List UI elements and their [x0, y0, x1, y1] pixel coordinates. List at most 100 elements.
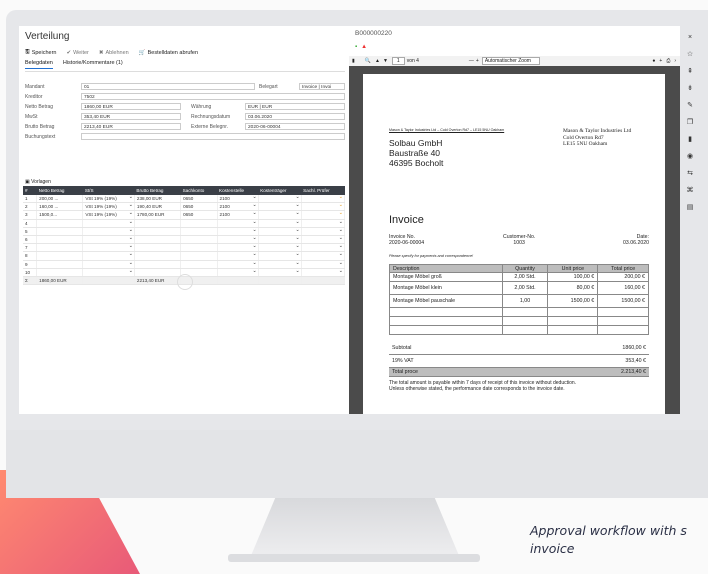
prev-page-icon[interactable]: ▲: [375, 58, 380, 64]
chevron-down-icon[interactable]: ⌄: [129, 251, 133, 257]
chevron-down-icon[interactable]: ⌄: [295, 243, 299, 249]
brutto-field[interactable]: 2213,40 EUR: [81, 123, 181, 130]
close-icon[interactable]: ×: [688, 34, 692, 41]
table-cell[interactable]: 7: [23, 243, 38, 253]
flag-chevron-icon[interactable]: ⌄: [339, 194, 343, 200]
chevron-down-icon[interactable]: ⌄: [339, 268, 343, 274]
table-cell[interactable]: 0650: [180, 210, 218, 220]
table-cell[interactable]: 238,00 EUR: [134, 195, 182, 204]
table-cell[interactable]: [134, 268, 182, 277]
table-cell[interactable]: 200,00 ...: [36, 195, 84, 204]
chevron-down-icon[interactable]: ⌄: [339, 219, 343, 225]
chevron-down-icon[interactable]: ⌄: [252, 251, 256, 257]
table-cell[interactable]: [134, 251, 182, 261]
chevron-down-icon[interactable]: ⌄: [295, 235, 299, 241]
chevron-down-icon[interactable]: ⌄: [295, 251, 299, 257]
table-cell[interactable]: [180, 219, 218, 228]
chevron-down-icon[interactable]: ⌄: [129, 268, 133, 274]
chevron-down-icon[interactable]: ⌄: [295, 260, 299, 266]
star-icon[interactable]: ☆: [687, 50, 693, 58]
chevron-down-icon[interactable]: ⌄: [339, 251, 343, 257]
next-button[interactable]: ✔ Weiter: [66, 48, 88, 57]
table-cell[interactable]: [180, 235, 218, 245]
page-input[interactable]: 1: [391, 57, 405, 65]
save-button[interactable]: 🖫 Speichern: [25, 48, 56, 57]
table-cell[interactable]: [180, 251, 218, 261]
chevron-down-icon[interactable]: ⌄: [252, 243, 256, 249]
chevron-down-icon[interactable]: ⌄: [252, 260, 256, 266]
table-cell[interactable]: [134, 260, 182, 269]
table-cell[interactable]: [36, 227, 84, 236]
chevron-down-icon[interactable]: ⌄: [252, 227, 256, 233]
search-icon[interactable]: 🔍: [365, 58, 371, 64]
table-cell[interactable]: 9: [23, 260, 38, 269]
chevron-down-icon[interactable]: ⌄: [129, 227, 133, 233]
chevron-down-icon[interactable]: ⌄: [339, 243, 343, 249]
chevron-down-icon[interactable]: ⌄: [339, 235, 343, 241]
table-cell[interactable]: 160,00 ...: [36, 202, 84, 212]
print-icon[interactable]: ⎙: [666, 58, 670, 64]
waehrung-select[interactable]: EUR | EUR: [245, 103, 345, 110]
zoom-out-icon[interactable]: —: [469, 58, 474, 64]
workflow-icon[interactable]: ⇆: [687, 169, 693, 177]
tab-belegdaten[interactable]: Belegdaten: [25, 60, 53, 69]
next-page-icon[interactable]: ▼: [383, 58, 388, 64]
belegart-select[interactable]: Invoice | Invoi: [299, 83, 345, 90]
table-cell[interactable]: [36, 243, 84, 253]
sidebar-toggle-icon[interactable]: ▮: [352, 58, 355, 64]
chevron-down-icon[interactable]: ⌄: [295, 202, 299, 208]
table-cell[interactable]: 5: [23, 227, 38, 236]
table-cell[interactable]: 8: [23, 251, 38, 261]
edit-icon[interactable]: ✎: [687, 101, 693, 109]
clipboard-icon[interactable]: ▤: [687, 203, 694, 211]
table-cell[interactable]: [180, 227, 218, 236]
tab-historie[interactable]: Historie/Kommentare (1): [63, 60, 123, 69]
fetch-order-button[interactable]: 🛒 Bestelldaten abrufen: [139, 48, 198, 57]
copy-icon[interactable]: ❐: [687, 118, 693, 126]
zoom-in-icon[interactable]: +: [476, 58, 479, 64]
table-cell[interactable]: 4: [23, 219, 38, 228]
flag-chevron-icon[interactable]: ⌄: [339, 210, 343, 216]
table-cell[interactable]: VSt 19% (19%) ⌄: [82, 194, 135, 204]
table-cell[interactable]: [180, 260, 218, 269]
table-cell[interactable]: [36, 268, 84, 277]
table-cell[interactable]: ⌄: [258, 268, 302, 277]
chevron-down-icon[interactable]: ⌄: [295, 194, 299, 200]
netto-field[interactable]: 1860,00 EUR: [81, 103, 181, 110]
mandant-select[interactable]: 01: [81, 83, 255, 90]
table-cell[interactable]: VSt 19% (19%) ⌄: [82, 202, 135, 212]
table-cell[interactable]: ⌄: [82, 243, 135, 253]
pdf-icon[interactable]: ▲: [361, 44, 367, 50]
chevron-down-icon[interactable]: ⌄: [339, 260, 343, 266]
table-cell[interactable]: VSt 19% (19%) ⌄: [82, 210, 135, 220]
table-cell[interactable]: [134, 243, 182, 253]
table-cell[interactable]: ⌄: [82, 268, 135, 277]
chevron-down-icon[interactable]: ⌄: [129, 210, 133, 216]
chevron-down-icon[interactable]: ⌄: [129, 243, 133, 249]
download-icon[interactable]: ⇟: [687, 84, 693, 92]
chevron-down-icon[interactable]: ⌄: [339, 227, 343, 233]
chevron-down-icon[interactable]: ⌄: [295, 219, 299, 225]
delete-icon[interactable]: ▮: [688, 135, 692, 143]
table-cell[interactable]: 10: [23, 268, 38, 277]
table-cell[interactable]: 0650: [180, 195, 218, 204]
chevron-down-icon[interactable]: ⌄: [129, 219, 133, 225]
chevron-down-icon[interactable]: ⌄: [252, 268, 256, 274]
add-icon[interactable]: +: [659, 58, 662, 64]
table-cell[interactable]: [36, 219, 84, 228]
rechnungsdatum-field[interactable]: 03.06.2020: [245, 113, 345, 120]
table-cell[interactable]: [36, 235, 84, 245]
chevron-down-icon[interactable]: ⌄: [129, 202, 133, 208]
chevron-down-icon[interactable]: ⌄: [252, 194, 256, 200]
chevron-down-icon[interactable]: ⌄: [129, 235, 133, 241]
table-cell[interactable]: ⌄: [82, 251, 135, 261]
table-cell[interactable]: [36, 260, 84, 269]
reject-button[interactable]: ✖ Ablehnen: [99, 48, 129, 57]
upload-icon[interactable]: ⇞: [687, 67, 693, 75]
table-cell[interactable]: ⌄: [82, 227, 135, 236]
chevron-down-icon[interactable]: ⌄: [295, 268, 299, 274]
table-cell[interactable]: 1500,0...: [36, 210, 84, 220]
table-cell[interactable]: ⌄: [301, 268, 346, 277]
table-cell[interactable]: [134, 219, 182, 228]
zoom-select[interactable]: Automatischer Zoom: [481, 57, 540, 65]
